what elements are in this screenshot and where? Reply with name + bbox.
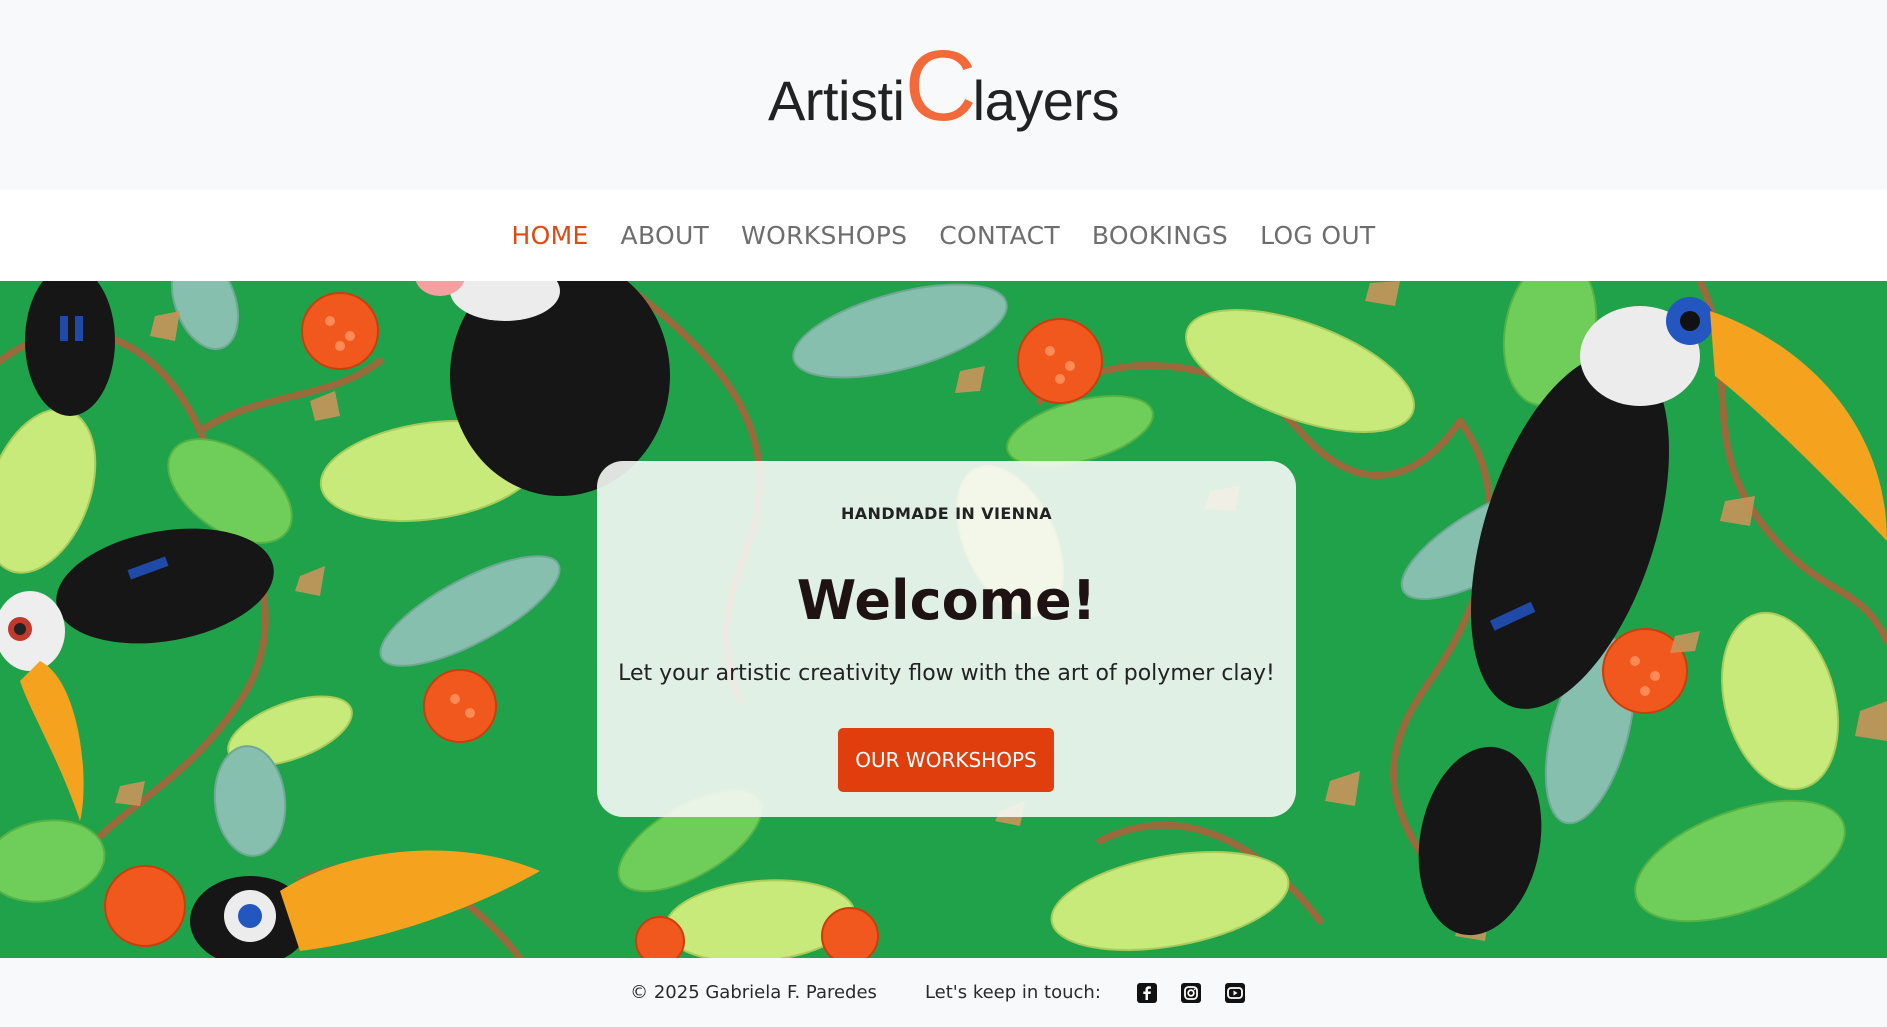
main-navigation: HOME ABOUT WORKSHOPS CONTACT BOOKINGS LO… — [0, 190, 1887, 281]
site-header: ArtistiClayers — [0, 0, 1887, 190]
welcome-card: HANDMADE IN VIENNA Welcome! Let your art… — [597, 461, 1296, 817]
brand-logo-accent-letter: C — [904, 30, 977, 142]
facebook-icon[interactable] — [1136, 982, 1158, 1004]
nav-item-workshops[interactable]: WORKSHOPS — [741, 221, 907, 250]
hero-eyebrow: HANDMADE IN VIENNA — [840, 504, 1053, 523]
keep-in-touch-label: Let's keep in touch: — [924, 982, 1101, 1003]
nav-item-bookings[interactable]: BOOKINGS — [1092, 221, 1228, 250]
brand-logo[interactable]: ArtistiClayers — [0, 36, 1887, 136]
copyright-text: © 2025 Gabriela F. Paredes — [630, 982, 877, 1003]
youtube-icon[interactable] — [1224, 982, 1246, 1004]
our-workshops-button[interactable]: OUR WORKSHOPS — [838, 728, 1054, 792]
site-footer: © 2025 Gabriela F. Paredes Let's keep in… — [0, 958, 1887, 1027]
brand-logo-part-2: layers — [972, 69, 1120, 132]
hero-subtitle: Let your artistic creativity flow with t… — [618, 661, 1275, 686]
hero-banner: HANDMADE IN VIENNA Welcome! Let your art… — [0, 281, 1887, 958]
nav-item-contact[interactable]: CONTACT — [939, 221, 1060, 250]
hero-title: Welcome! — [796, 569, 1097, 632]
nav-item-home[interactable]: HOME — [512, 221, 589, 250]
nav-item-about[interactable]: ABOUT — [621, 221, 710, 250]
brand-logo-part-1: Artisti — [767, 69, 905, 132]
instagram-icon[interactable] — [1180, 982, 1202, 1004]
nav-item-log-out[interactable]: LOG OUT — [1260, 221, 1375, 250]
